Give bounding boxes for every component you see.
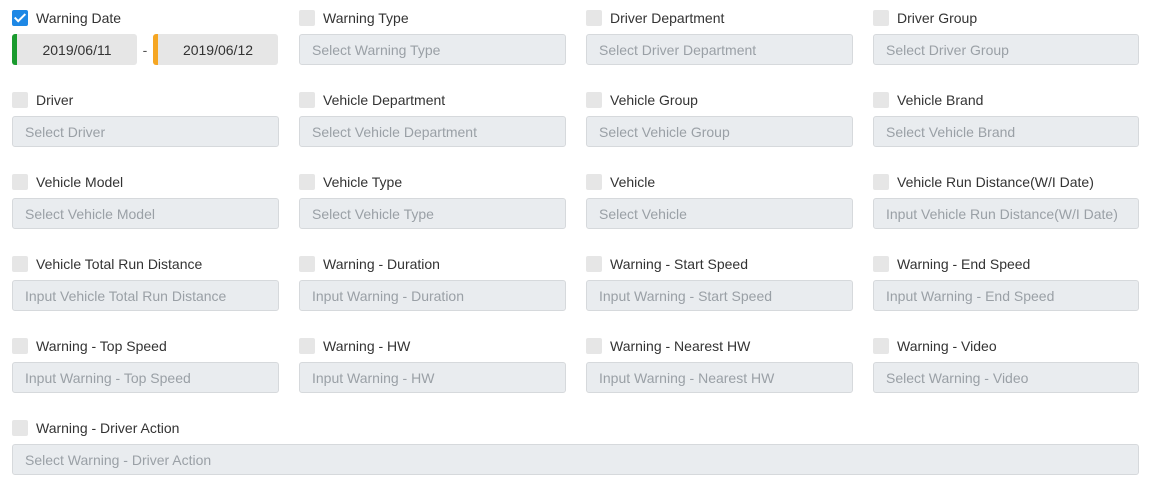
warning-top-speed-checkbox[interactable]: [12, 338, 28, 354]
vehicle-select[interactable]: Select Vehicle: [586, 198, 853, 229]
vehicle-type-select[interactable]: Select Vehicle Type: [299, 198, 566, 229]
warning-nearest-hw-checkbox[interactable]: [586, 338, 602, 354]
warning-hw-input[interactable]: Input Warning - HW: [299, 362, 566, 393]
warning-video-label: Warning - Video: [897, 338, 997, 354]
driver-field: Driver Select Driver: [12, 90, 279, 150]
driver-group-select[interactable]: Select Driver Group: [873, 34, 1139, 65]
vehicle-model-field: Vehicle Model Select Vehicle Model: [12, 172, 279, 232]
vehicle-field: Vehicle Select Vehicle: [586, 172, 853, 232]
vehicle-brand-select[interactable]: Select Vehicle Brand: [873, 116, 1139, 147]
vehicle-type-field: Vehicle Type Select Vehicle Type: [299, 172, 566, 232]
vehicle-group-field: Vehicle Group Select Vehicle Group: [586, 90, 853, 150]
warning-top-speed-input[interactable]: Input Warning - Top Speed: [12, 362, 279, 393]
start-date-input[interactable]: 2019/06/11: [12, 34, 137, 65]
warning-hw-checkbox[interactable]: [299, 338, 315, 354]
warning-video-checkbox[interactable]: [873, 338, 889, 354]
vehicle-group-select[interactable]: Select Vehicle Group: [586, 116, 853, 147]
warning-date-checkbox[interactable]: [12, 10, 28, 26]
warning-nearest-hw-label: Warning - Nearest HW: [610, 338, 751, 354]
warning-end-speed-checkbox[interactable]: [873, 256, 889, 272]
vehicle-model-checkbox[interactable]: [12, 174, 28, 190]
warning-driver-action-field: Warning - Driver Action Select Warning -…: [12, 418, 1139, 478]
vehicle-department-select[interactable]: Select Vehicle Department: [299, 116, 566, 147]
warning-type-field: Warning Type Select Warning Type: [299, 8, 566, 68]
vehicle-label: Vehicle: [610, 174, 656, 190]
driver-department-field: Driver Department Select Driver Departme…: [586, 8, 853, 68]
driver-checkbox[interactable]: [12, 92, 28, 108]
filter-form: Warning Date 2019/06/11 - 2019/06/12 War…: [12, 8, 1139, 478]
warning-start-speed-field: Warning - Start Speed Input Warning - St…: [586, 254, 853, 314]
vehicle-model-label: Vehicle Model: [36, 174, 124, 190]
warning-nearest-hw-field: Warning - Nearest HW Input Warning - Nea…: [586, 336, 853, 396]
date-separator: -: [142, 41, 148, 58]
vehicle-run-distance-input[interactable]: Input Vehicle Run Distance(W/I Date): [873, 198, 1139, 229]
vehicle-run-distance-field: Vehicle Run Distance(W/I Date) Input Veh…: [873, 172, 1139, 232]
warning-nearest-hw-input[interactable]: Input Warning - Nearest HW: [586, 362, 853, 393]
driver-select[interactable]: Select Driver: [12, 116, 279, 147]
warning-duration-field: Warning - Duration Input Warning - Durat…: [299, 254, 566, 314]
driver-group-label: Driver Group: [897, 10, 978, 26]
warning-driver-action-label: Warning - Driver Action: [36, 420, 180, 436]
vehicle-type-label: Vehicle Type: [323, 174, 403, 190]
vehicle-run-distance-checkbox[interactable]: [873, 174, 889, 190]
driver-department-select[interactable]: Select Driver Department: [586, 34, 853, 65]
warning-driver-action-select[interactable]: Select Warning - Driver Action: [12, 444, 1139, 475]
warning-start-speed-checkbox[interactable]: [586, 256, 602, 272]
driver-department-label: Driver Department: [610, 10, 725, 26]
vehicle-brand-label: Vehicle Brand: [897, 92, 984, 108]
vehicle-group-label: Vehicle Group: [610, 92, 698, 108]
warning-top-speed-field: Warning - Top Speed Input Warning - Top …: [12, 336, 279, 396]
vehicle-brand-checkbox[interactable]: [873, 92, 889, 108]
warning-type-checkbox[interactable]: [299, 10, 315, 26]
warning-duration-label: Warning - Duration: [323, 256, 440, 272]
warning-type-select[interactable]: Select Warning Type: [299, 34, 566, 65]
warning-end-speed-label: Warning - End Speed: [897, 256, 1031, 272]
vehicle-department-field: Vehicle Department Select Vehicle Depart…: [299, 90, 566, 150]
driver-department-checkbox[interactable]: [586, 10, 602, 26]
driver-group-checkbox[interactable]: [873, 10, 889, 26]
vehicle-total-run-distance-field: Vehicle Total Run Distance Input Vehicle…: [12, 254, 279, 314]
warning-duration-input[interactable]: Input Warning - Duration: [299, 280, 566, 311]
vehicle-type-checkbox[interactable]: [299, 174, 315, 190]
vehicle-department-label: Vehicle Department: [323, 92, 446, 108]
warning-duration-checkbox[interactable]: [299, 256, 315, 272]
vehicle-total-run-distance-label: Vehicle Total Run Distance: [36, 256, 203, 272]
vehicle-group-checkbox[interactable]: [586, 92, 602, 108]
date-range: 2019/06/11 - 2019/06/12: [12, 34, 279, 65]
warning-hw-label: Warning - HW: [323, 338, 411, 354]
warning-start-speed-label: Warning - Start Speed: [610, 256, 748, 272]
vehicle-run-distance-label: Vehicle Run Distance(W/I Date): [897, 174, 1094, 190]
warning-date-label-row: Warning Date: [12, 8, 279, 28]
vehicle-model-select[interactable]: Select Vehicle Model: [12, 198, 279, 229]
vehicle-total-run-distance-input[interactable]: Input Vehicle Total Run Distance: [12, 280, 279, 311]
vehicle-checkbox[interactable]: [586, 174, 602, 190]
driver-group-field: Driver Group Select Driver Group: [873, 8, 1139, 68]
driver-label: Driver: [36, 92, 74, 108]
warning-date-label: Warning Date: [36, 10, 122, 26]
warning-date-field: Warning Date 2019/06/11 - 2019/06/12: [12, 8, 279, 68]
vehicle-department-checkbox[interactable]: [299, 92, 315, 108]
warning-top-speed-label: Warning - Top Speed: [36, 338, 167, 354]
end-date-input[interactable]: 2019/06/12: [153, 34, 278, 65]
warning-video-select[interactable]: Select Warning - Video: [873, 362, 1139, 393]
warning-video-field: Warning - Video Select Warning - Video: [873, 336, 1139, 396]
warning-driver-action-checkbox[interactable]: [12, 420, 28, 436]
vehicle-brand-field: Vehicle Brand Select Vehicle Brand: [873, 90, 1139, 150]
warning-start-speed-input[interactable]: Input Warning - Start Speed: [586, 280, 853, 311]
warning-end-speed-field: Warning - End Speed Input Warning - End …: [873, 254, 1139, 314]
warning-end-speed-input[interactable]: Input Warning - End Speed: [873, 280, 1139, 311]
warning-type-label: Warning Type: [323, 10, 409, 26]
warning-hw-field: Warning - HW Input Warning - HW: [299, 336, 566, 396]
vehicle-total-run-distance-checkbox[interactable]: [12, 256, 28, 272]
